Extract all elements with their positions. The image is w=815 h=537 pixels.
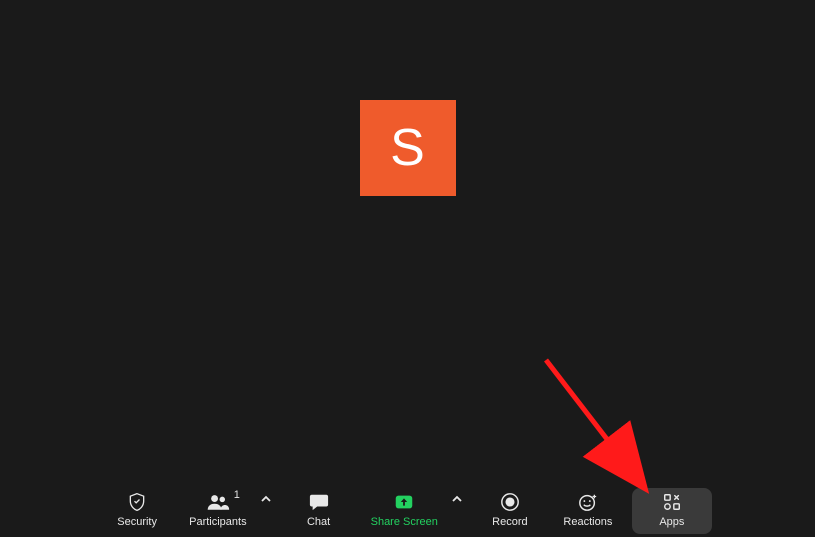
apps-label: Apps bbox=[659, 515, 684, 529]
chat-icon bbox=[308, 491, 330, 513]
share-screen-caret-button[interactable] bbox=[448, 488, 466, 534]
record-button[interactable]: Record bbox=[476, 488, 544, 534]
participants-caret-button[interactable] bbox=[257, 488, 275, 534]
participants-button[interactable]: 1 Participants bbox=[181, 488, 254, 534]
meeting-toolbar: Security 1 Participants bbox=[0, 485, 815, 537]
reactions-button[interactable]: Reactions bbox=[554, 488, 622, 534]
record-icon bbox=[500, 491, 520, 513]
participants-count-badge: 1 bbox=[234, 489, 240, 501]
participants-label: Participants bbox=[189, 515, 246, 529]
video-area: S bbox=[0, 0, 815, 485]
share-screen-label: Share Screen bbox=[371, 515, 438, 529]
share-screen-cluster: Share Screen bbox=[363, 488, 466, 534]
participant-avatar: S bbox=[360, 100, 456, 196]
record-label: Record bbox=[492, 515, 527, 529]
chat-label: Chat bbox=[307, 515, 330, 529]
shield-icon bbox=[127, 491, 147, 513]
chevron-up-icon bbox=[261, 494, 271, 504]
reactions-icon bbox=[577, 491, 599, 513]
participants-cluster: 1 Participants bbox=[181, 488, 274, 534]
apps-button[interactable]: Apps bbox=[632, 488, 712, 534]
chat-button[interactable]: Chat bbox=[285, 488, 353, 534]
participants-icon: 1 bbox=[206, 491, 230, 513]
security-button[interactable]: Security bbox=[103, 488, 171, 534]
reactions-label: Reactions bbox=[563, 515, 612, 529]
share-screen-icon bbox=[393, 491, 415, 513]
security-label: Security bbox=[117, 515, 157, 529]
apps-icon bbox=[662, 491, 682, 513]
avatar-initial: S bbox=[390, 118, 425, 178]
share-screen-button[interactable]: Share Screen bbox=[363, 488, 446, 534]
chevron-up-icon bbox=[452, 494, 462, 504]
